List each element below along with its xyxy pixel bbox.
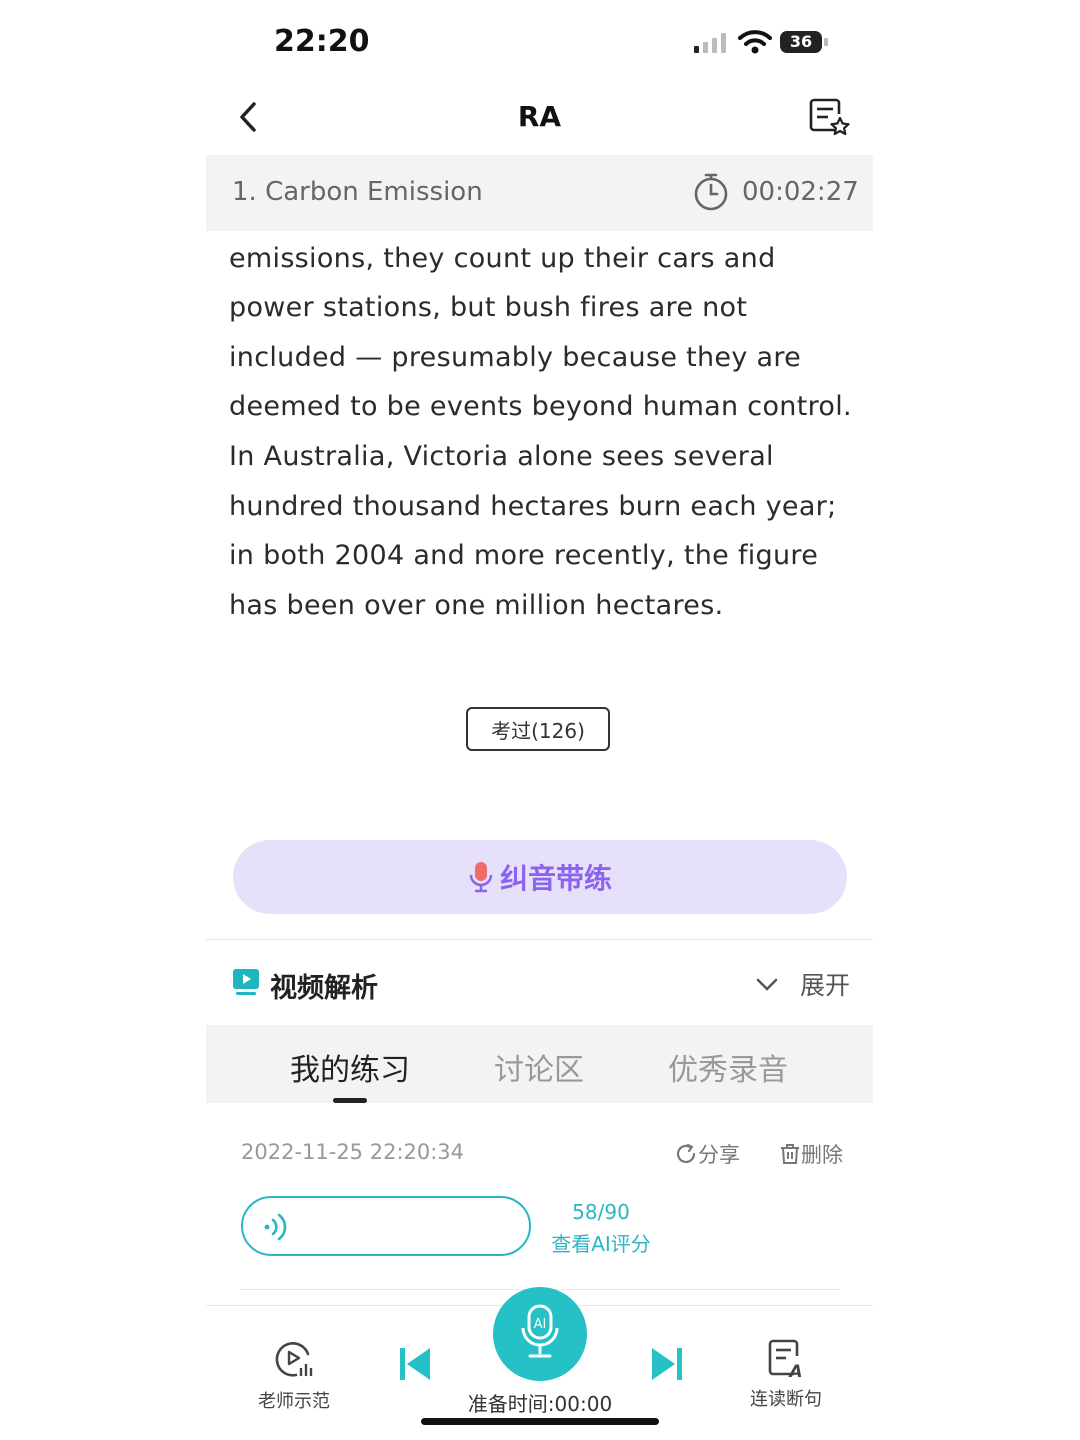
wifi-icon — [738, 30, 772, 54]
svg-text:AI: AI — [534, 1317, 547, 1332]
preparation-time: 准备时间:00:00 — [467, 1392, 613, 1416]
divider — [206, 939, 873, 940]
battery-tip — [824, 38, 828, 46]
page-title: RA — [517, 100, 562, 133]
passage-line: In Australia, Victoria alone sees severa… — [229, 440, 774, 472]
view-ai-score-link[interactable]: 查看AI评分 — [546, 1228, 656, 1257]
expand-button[interactable]: 展开 — [754, 966, 850, 1002]
next-track-icon[interactable] — [650, 1346, 684, 1382]
passage-line: included — presumably because they are — [229, 341, 802, 373]
ai-record-button[interactable]: AI — [493, 1287, 587, 1381]
svg-text:A: A — [787, 1362, 802, 1380]
link-reading-label: 连读断句 — [750, 1389, 822, 1410]
tab-excellent-recordings[interactable]: 优秀录音 — [668, 1045, 788, 1089]
video-analysis-title: 视频解析 — [270, 973, 378, 1004]
tab-my-practice[interactable]: 我的练习 — [290, 1045, 410, 1089]
share-icon — [676, 1143, 696, 1163]
favorite-notes-icon[interactable] — [806, 96, 852, 140]
tab-discussion[interactable]: 讨论区 — [494, 1045, 584, 1089]
passage-line: deemed to be events beyond human control… — [229, 391, 852, 423]
status-time: 22:20 — [274, 24, 370, 59]
recording-score: 58/90 — [572, 1200, 630, 1224]
pronunciation-practice-label: 纠音带练 — [499, 862, 612, 895]
question-title: 1. Carbon Emission — [232, 177, 483, 207]
passage-line: emissions, they count up their cars and — [229, 242, 776, 274]
elapsed-timer: 00:02:27 — [742, 177, 859, 207]
link-reading-button[interactable]: A 连读断句 — [746, 1338, 826, 1411]
app-screen: 22:20 36 RA 1. Carbon Emission 00:02:27 … — [206, 0, 873, 1440]
stopwatch-icon — [694, 173, 728, 211]
teacher-demo-icon — [275, 1342, 313, 1377]
expand-label: 展开 — [800, 971, 851, 1000]
teacher-demo-label: 老师示范 — [258, 1391, 330, 1412]
active-tab-indicator — [333, 1098, 367, 1103]
recording-datetime: 2022-11-25 22:20:34 — [241, 1140, 465, 1164]
delete-label: 删除 — [801, 1143, 843, 1167]
tab-bar: 我的练习 讨论区 优秀录音 — [206, 1025, 873, 1103]
reading-passage: When countries assess their annual carbo… — [229, 218, 859, 648]
home-indicator — [421, 1418, 659, 1425]
ai-microphone-icon: AI — [521, 1304, 559, 1358]
passage-line: power stations, but bush fires are not — [229, 292, 748, 324]
battery-indicator: 36 — [780, 31, 822, 53]
share-label: 分享 — [698, 1143, 740, 1167]
passage-line: in both 2004 and more recently, the figu… — [229, 540, 819, 572]
question-header: 1. Carbon Emission 00:02:27 — [206, 155, 873, 231]
pronunciation-practice-button[interactable]: 纠音带练 — [233, 840, 847, 914]
microphone-icon — [469, 862, 493, 893]
audio-playback-button[interactable] — [241, 1196, 531, 1256]
passage-line: hundred thousand hectares burn each year… — [229, 490, 837, 522]
trash-icon — [781, 1144, 799, 1164]
exam-count-tag[interactable]: 考过(126) — [466, 707, 610, 751]
passage-line: has been over one million hectares. — [229, 589, 724, 621]
video-icon — [233, 969, 259, 995]
delete-button[interactable]: 删除 — [779, 1139, 843, 1169]
link-reading-icon: A — [768, 1339, 803, 1382]
sound-wave-icon — [264, 1213, 287, 1241]
chevron-down-icon — [756, 978, 778, 991]
share-button[interactable]: 分享 — [676, 1139, 740, 1169]
previous-track-icon[interactable] — [398, 1346, 432, 1382]
teacher-demo-button[interactable]: 老师示范 — [254, 1338, 334, 1413]
cellular-signal-icon — [694, 33, 726, 53]
